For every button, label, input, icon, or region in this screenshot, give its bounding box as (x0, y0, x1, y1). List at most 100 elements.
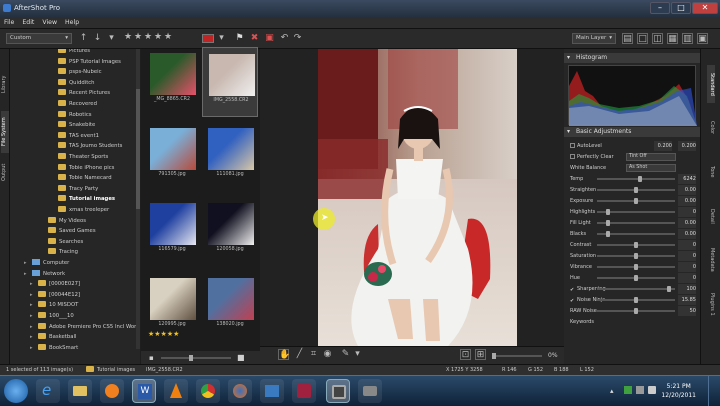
adjustment-slider[interactable] (597, 242, 675, 248)
adjustment-value[interactable]: 0.00 (678, 185, 696, 195)
adjustment-value[interactable]: 0.00 (678, 196, 696, 206)
adjustment-value[interactable]: 6242 (678, 174, 696, 184)
adjustment-value[interactable]: 0.00 (678, 218, 696, 228)
sort-ascending-icon[interactable]: ↑ (78, 33, 89, 44)
reject-icon[interactable]: ✖ (249, 33, 260, 44)
tree-item[interactable]: 10 MISDOT (38, 300, 78, 310)
slider-knob[interactable] (634, 308, 638, 314)
tree-item[interactable]: Robotics (58, 110, 92, 120)
close-icon[interactable]: ✕ (692, 2, 718, 14)
thumbnail[interactable]: 116579.jpg (144, 197, 200, 267)
vlc-icon[interactable] (164, 379, 188, 403)
app-icon-1[interactable] (260, 379, 284, 403)
expand-icon[interactable]: ▸ (24, 258, 27, 268)
tab-file-system[interactable]: File System (1, 111, 9, 153)
adjustment-slider[interactable] (597, 253, 675, 259)
right-tab[interactable]: Plugins 1 (707, 285, 715, 323)
word-icon[interactable]: W (132, 379, 156, 403)
checkbox[interactable]: ✔ (570, 296, 575, 304)
tree-item[interactable]: Adobe Premiere Pro CS5 Incl Work (38, 322, 139, 332)
color-label-swatch[interactable] (202, 34, 214, 43)
slider-knob[interactable] (634, 297, 638, 303)
right-tab[interactable]: Standard (707, 65, 715, 103)
checkbox[interactable] (570, 154, 575, 159)
adjustment-dropdown[interactable]: Tint Off (626, 153, 676, 161)
tab-output[interactable]: Output (1, 157, 9, 187)
tree-item[interactable]: [00044E12] (38, 290, 80, 300)
thumb-size-large-icon[interactable]: ■ (237, 353, 245, 362)
right-tab[interactable]: Metadata (707, 241, 715, 279)
autolevel-value[interactable]: 0.200 (654, 141, 672, 151)
thumbnail[interactable]: 138020.jpg (202, 272, 258, 342)
slider-knob[interactable] (634, 275, 638, 281)
fullscreen-icon[interactable]: ▣ (697, 33, 708, 44)
adjustment-slider[interactable] (597, 209, 675, 215)
maximize-icon[interactable]: □ (671, 2, 691, 14)
zoom-slider[interactable] (492, 353, 542, 359)
slider-knob[interactable] (605, 220, 610, 226)
start-button[interactable] (4, 379, 28, 403)
tree-item[interactable]: Computer (32, 258, 69, 268)
redeye-tool-icon[interactable]: ◉ (322, 349, 333, 360)
tree-item[interactable]: Saved Games (48, 226, 96, 236)
thumbnail[interactable]: IMG_2558.CR2 (202, 47, 258, 117)
chrome-icon[interactable] (196, 379, 220, 403)
adjustment-slider[interactable] (597, 220, 675, 226)
tree-item[interactable]: PSP Tutorial Images (58, 57, 121, 67)
tree-item[interactable]: psps-Nubeic (58, 67, 101, 77)
thumbnail[interactable]: 120995.jpg ★★★★★ (144, 272, 200, 342)
tree-item[interactable]: Tracing (48, 247, 78, 257)
tree-item[interactable]: Searches (48, 237, 83, 247)
tray-arrow-icon[interactable]: ▴ (610, 387, 614, 395)
expand-icon[interactable]: ▸ (30, 300, 33, 310)
firefox-icon[interactable] (228, 379, 252, 403)
tree-item[interactable]: Quidditch (58, 78, 95, 88)
adjustment-slider[interactable] (597, 198, 675, 204)
clock[interactable]: 5:21 PM 12/20/2011 (661, 382, 696, 400)
adjustment-value[interactable]: 0 (678, 240, 696, 250)
histogram-header[interactable]: ▾ Histogram (564, 53, 700, 63)
thumb-size-slider[interactable] (161, 355, 231, 361)
thumbnail[interactable]: 111081.jpg (202, 122, 258, 192)
thumbnail[interactable]: 791305.jpg (144, 122, 200, 192)
menu-file[interactable]: File (0, 17, 18, 28)
adjustment-dropdown[interactable]: As Shot (626, 164, 676, 172)
adjustment-value[interactable]: 0 (678, 273, 696, 283)
brush-tool-icon[interactable]: ✎ (340, 349, 351, 360)
adjustment-slider[interactable] (597, 297, 675, 303)
volume-icon[interactable] (648, 386, 656, 394)
expand-icon[interactable]: ▸ (24, 269, 27, 279)
star-icon[interactable]: ★ (134, 32, 142, 42)
slider-knob[interactable] (667, 286, 672, 292)
right-tab[interactable]: Color (707, 109, 715, 147)
slider-knob[interactable] (637, 176, 642, 182)
star-icon[interactable]: ★ (164, 32, 172, 42)
adjustment-value[interactable]: 0 (678, 251, 696, 261)
crop-tool-icon[interactable]: ⌗ (308, 349, 319, 360)
tree-item[interactable]: TAS Joumo Students (58, 141, 122, 151)
right-tab[interactable]: Tone (707, 153, 715, 191)
menu-edit[interactable]: Edit (18, 17, 38, 28)
zoom-fit-icon[interactable]: ⊡ (460, 349, 471, 360)
tree-item[interactable]: Network (32, 269, 65, 279)
adjustment-slider[interactable] (597, 176, 675, 182)
color-dropdown-icon[interactable]: ▾ (216, 33, 227, 44)
adjustment-slider[interactable] (597, 231, 675, 237)
checkbox[interactable]: ✔ (570, 285, 575, 293)
tab-library[interactable]: Library (1, 69, 9, 99)
preset-dropdown[interactable]: Custom ▾ (6, 33, 72, 44)
tree-item[interactable]: Tutorial images (58, 194, 115, 204)
minimize-icon[interactable]: – (650, 2, 670, 14)
tree-item[interactable]: Pictures (58, 49, 90, 56)
thumbnail[interactable]: 120058.jpg (202, 197, 258, 267)
right-tab[interactable]: Detail (707, 197, 715, 235)
explorer-icon[interactable] (68, 379, 92, 403)
tree-item[interactable]: BookSmart (38, 343, 78, 353)
paintshop-icon[interactable] (292, 379, 316, 403)
thumbnail[interactable]: _MG_8865.CR2 (144, 47, 200, 117)
star-icon[interactable]: ★ (144, 32, 152, 42)
slider-knob[interactable] (634, 242, 638, 248)
adjustment-value[interactable]: 15.85 (678, 295, 696, 305)
rotate-right-icon[interactable]: ↷ (292, 33, 303, 44)
slider-knob[interactable] (634, 187, 638, 193)
